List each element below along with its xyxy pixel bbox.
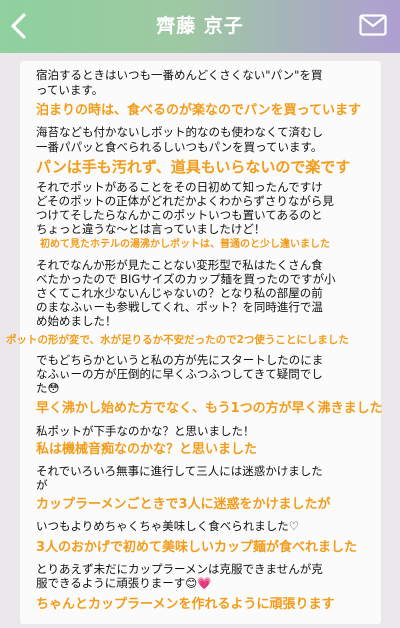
caption-line: パンは手も汚れず、道具もいらないので楽です	[36, 158, 351, 176]
caption-line: ちゃんとカップラーメンを作れるように頑張ります	[36, 597, 335, 612]
message-line: た😳	[36, 381, 60, 395]
message-line: つけてそしたらなんかこのポットいつも置いてあるのと	[36, 208, 323, 222]
message-line: ちょっと違うな～とは言っていましたけど！	[36, 222, 266, 236]
caption-line: 泊まりの時は、食べるのが楽なのでパンを買っています	[36, 103, 362, 118]
message-line: 服できるように頑張りまーす😊💗	[36, 576, 212, 590]
caption-line: ポットの形が変で、水が足りるか不安だったので2つ使うことにしました	[6, 334, 349, 346]
message-line: なふぃーの方が圧倒的に早くふつふつしてきて疑問でし	[36, 367, 323, 381]
message-line: っています。	[36, 83, 104, 97]
caption-line: 私は機械音痴なのかな？と思いました	[36, 442, 258, 457]
message-line: 私ポットが下手なのかな？と思いました！	[36, 424, 255, 438]
message-line: さくてこれ水少ないんじゃないの？となり私の部屋の前	[36, 286, 323, 300]
mail-icon[interactable]	[359, 14, 387, 36]
message-line: 宿泊するときはいつも一番めんどくさくない"パン"を買	[36, 68, 323, 82]
message-line: どそのポットの正体がどれだかよくわからずさりながら見	[36, 194, 334, 208]
message-line: が	[36, 478, 48, 492]
chevron-left-icon[interactable]	[8, 12, 30, 40]
caption-line: カップラーメンごときで3人に迷惑をかけましたが	[36, 497, 331, 512]
page-title: 齊藤 京子	[156, 15, 244, 37]
message-line: 一番パパッと食べられるしいつもパンを買っています。	[36, 140, 323, 154]
message-line: でもどちらかというと私の方が先にスタートしたのにま	[36, 353, 324, 367]
message-line: のまなふぃーも参戦してくれ、ポット？を同時進行で温	[36, 300, 323, 314]
caption-line: 早く沸かし始めた方でなく、もう1つの方が早く沸きました	[36, 401, 383, 416]
message-line: とりあえず未だにカップラーメンは克服できませんが克	[36, 562, 323, 576]
message-line: め始めました！	[36, 314, 117, 328]
caption-line: 3人のおかげで初めて美味しいカップ麺が食べれました	[36, 540, 358, 555]
caption-line: 初めて見たホテルの湯沸かしポットは、普通のと少し違いました	[40, 239, 330, 250]
message-line: 海苔なども付かないしポット的なのも使わなくて済むし	[36, 125, 324, 139]
message-line: いつもよりめちゃくちゃ美味しく食べられました♡	[36, 519, 300, 533]
message-line: それでいろいろ無事に進行して三人には迷惑かけました	[36, 464, 323, 478]
message-line: べたかったので BIGサイズのカップ麺を買ったのですが小	[36, 272, 336, 286]
message-line: それでポットがあることをその日初めて知ったんですけ	[36, 180, 323, 194]
app-header: 齊藤 京子	[0, 0, 400, 53]
message-line: それでなんか形が見たことない変形型で私はたくさん食	[36, 258, 323, 272]
